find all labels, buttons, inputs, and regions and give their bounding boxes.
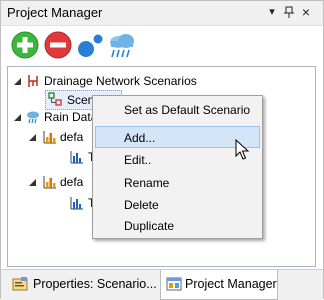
plus-icon (11, 31, 39, 59)
collapse-arrow-icon[interactable] (13, 113, 22, 122)
scenario-icon (48, 92, 62, 106)
rain-button[interactable] (106, 30, 136, 60)
panel-title-bar: Project Manager ▾ × (1, 1, 323, 26)
minus-icon (44, 31, 72, 59)
collapse-arrow-icon[interactable] (28, 133, 37, 142)
network-icon (28, 75, 38, 87)
collapse-arrow-icon[interactable] (28, 178, 37, 187)
bar-chart-icon (43, 131, 56, 144)
node-button[interactable] (75, 30, 105, 60)
bar-chart-icon (43, 176, 56, 189)
menu-item-label: Set as Default Scenario (124, 103, 251, 117)
tab-label: Properties: Scenario... (33, 277, 157, 291)
menu-item-rename[interactable]: Rename (95, 172, 260, 194)
tab-properties[interactable]: Properties: Scenario... (8, 270, 160, 299)
menu-item-delete[interactable]: Delete (95, 194, 260, 216)
tree-item-label: Rain Data (44, 110, 98, 124)
menu-item-duplicate[interactable]: Duplicate (95, 215, 260, 237)
panel-title: Project Manager (7, 5, 103, 20)
toolbar (1, 26, 323, 62)
tree-item-label: defa (60, 130, 84, 144)
pin-button[interactable] (282, 5, 296, 19)
context-menu: Set as Default Scenario Add... Edit.. Re… (92, 95, 263, 239)
tab-project-manager[interactable]: Project Manager (160, 270, 278, 300)
dots-icon (78, 34, 103, 57)
add-button[interactable] (10, 30, 40, 60)
close-button[interactable]: × (299, 5, 313, 19)
menu-item-set-default-scenario[interactable]: Set as Default Scenario (95, 99, 260, 121)
bottom-tab-bar: Properties: Scenario... Project Manager (1, 269, 323, 300)
mouse-cursor-icon (235, 139, 250, 160)
remove-button[interactable] (43, 30, 73, 60)
rain-cloud-icon (110, 34, 134, 58)
tree-item-drainage-network-scenarios[interactable]: Drainage Network Scenarios (8, 72, 308, 90)
menu-item-label: Add... (124, 131, 156, 145)
rain-cloud-icon (27, 111, 39, 124)
hydrograph-icon (70, 151, 83, 164)
tab-label: Project Manager (185, 277, 277, 291)
project-manager-panel: Project Manager ▾ × Drainage Network Sce… (0, 0, 324, 300)
panel-menu-button[interactable]: ▾ (265, 5, 279, 19)
menu-item-label: Duplicate (124, 219, 175, 233)
collapse-arrow-icon[interactable] (13, 77, 22, 86)
menu-item-label: Edit.. (124, 153, 152, 167)
pin-icon (284, 6, 294, 18)
menu-item-label: Rename (124, 176, 170, 190)
hydrograph-icon (70, 197, 83, 210)
properties-icon (12, 277, 28, 291)
menu-item-label: Delete (124, 198, 159, 212)
tree-item-label: Drainage Network Scenarios (44, 74, 197, 88)
tree-item-label: defa (60, 175, 84, 189)
project-manager-icon (166, 277, 182, 291)
